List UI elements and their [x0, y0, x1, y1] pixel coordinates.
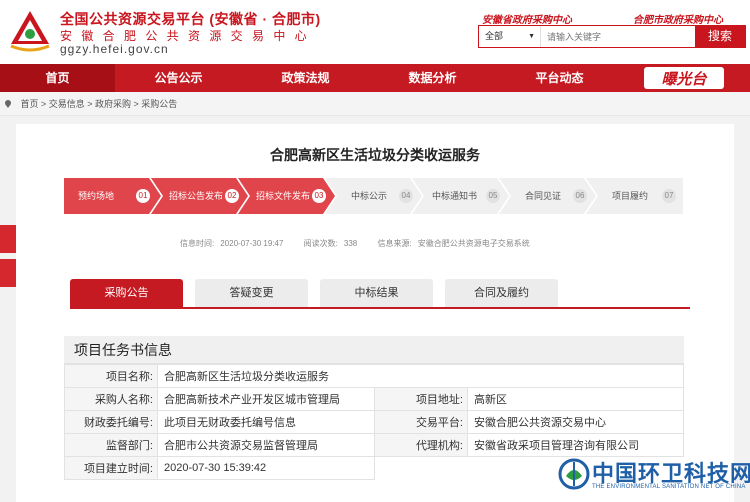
location-pin-icon	[5, 100, 11, 108]
section-title: 项目任务书信息	[64, 336, 684, 364]
nav-item-home[interactable]: 首页	[0, 64, 115, 92]
watermark: 中国环卫科技网 THE ENVIRONMENTAL SANITATION NET…	[556, 454, 750, 498]
step-contract-witness: 合同见证 06	[499, 178, 596, 214]
views-label: 阅读次数:	[303, 239, 338, 248]
field-label: 项目建立时间:	[64, 456, 158, 480]
step-number: 02	[225, 189, 239, 203]
tab-qa-changes[interactable]: 答疑变更	[195, 279, 308, 307]
step-label: 招标文件发布	[256, 191, 311, 201]
tab-contract-performance[interactable]: 合同及履约	[445, 279, 558, 307]
watermark-subtext: THE ENVIRONMENTAL SANITATION NET OF CHIN…	[592, 484, 746, 490]
nav-item-policies[interactable]: 政策法规	[242, 64, 369, 92]
info-time-value: 2020-07-30 19:47	[220, 239, 284, 248]
search-input[interactable]	[541, 26, 695, 47]
page-title: 合肥高新区生活垃圾分类收运服务	[270, 147, 480, 163]
step-label: 招标公告发布	[169, 191, 224, 201]
step-winning-publicity: 中标公示 04	[325, 178, 422, 214]
tab-procurement-notice[interactable]: 采购公告	[70, 279, 183, 307]
progress-steps: 预约场地 01 招标公告发布 02 招标文件发布 03 中标公示 04 中标通知…	[64, 178, 684, 214]
source-value: 安徽合肥公共资源电子交易系统	[417, 239, 530, 248]
source-label: 信息来源:	[377, 239, 412, 248]
search-box: 全部 ▼ 搜索	[478, 25, 746, 48]
step-project-performance: 项目履约 07	[586, 178, 683, 214]
step-label: 项目履约	[612, 191, 649, 201]
field-value: 合肥市公共资源交易监督管理局	[157, 433, 375, 457]
field-label: 项目名称:	[64, 364, 158, 388]
step-number: 04	[399, 189, 413, 203]
views-value: 338	[343, 239, 358, 248]
step-tender-docs: 招标文件发布 03	[238, 178, 335, 214]
notice-tabs: 采购公告 答疑变更 中标结果 合同及履约	[70, 279, 690, 309]
site-logo-icon[interactable]	[8, 8, 52, 52]
main-panel: 合肥高新区生活垃圾分类收运服务 预约场地 01 招标公告发布 02 招标文件发布…	[16, 124, 734, 502]
tab-winning-result[interactable]: 中标结果	[320, 279, 433, 307]
site-title: 全国公共资源交易平台 (安徽省 · 合肥市)	[60, 11, 321, 27]
step-label: 合同见证	[525, 191, 562, 201]
field-label: 财政委托编号:	[64, 410, 158, 434]
step-award-notice: 中标通知书 05	[412, 178, 509, 214]
info-time-label: 信息时间:	[180, 239, 215, 248]
site-domain: ggzy.hefei.gov.cn	[60, 42, 169, 56]
field-value: 安徽合肥公共资源交易中心	[467, 410, 684, 434]
step-label: 预约场地	[78, 191, 115, 201]
breadcrumb: 首页 > 交易信息 > 政府采购 > 采购公告	[0, 92, 750, 116]
step-number: 07	[662, 189, 676, 203]
field-value: 高新区	[467, 387, 684, 411]
field-label: 交易平台:	[374, 410, 468, 434]
table-row: 项目名称: 合肥高新区生活垃圾分类收运服务	[64, 364, 684, 388]
province-procurement-link[interactable]: 安徽省政府采购中心	[482, 11, 572, 26]
field-label: 监督部门:	[64, 433, 158, 457]
exposure-badge-label: 曝光台	[661, 70, 707, 88]
field-value: 此项目无财政委托编号信息	[157, 410, 375, 434]
step-label: 中标公示	[351, 191, 388, 201]
field-label: 采购人名称:	[64, 387, 158, 411]
step-tender-notice: 招标公告发布 02	[151, 178, 248, 214]
field-value: 合肥高新技术产业开发区城市管理局	[157, 387, 375, 411]
main-nav: 首页 公告公示 政策法规 数据分析 平台动态	[0, 64, 750, 92]
nav-item-announcements[interactable]: 公告公示	[115, 64, 242, 92]
exposure-badge[interactable]: 曝光台	[642, 64, 726, 92]
city-procurement-link[interactable]: 合肥市政府采购中心	[633, 11, 723, 26]
field-value: 2020-07-30 15:39:42	[157, 456, 375, 480]
site-header: 全国公共资源交易平台 (安徽省 · 合肥市) 安 徽 合 肥 公 共 资 源 交…	[0, 0, 750, 64]
caret-down-icon: ▼	[528, 33, 535, 40]
info-meta: 信息时间: 2020-07-30 19:47 阅读次数: 338 信息来源: 安徽合肥…	[180, 238, 548, 249]
search-category-value: 全部	[485, 31, 504, 41]
breadcrumb-text[interactable]: 首页 > 交易信息 > 政府采购 > 采购公告	[21, 99, 178, 109]
search-category-select[interactable]: 全部 ▼	[479, 26, 541, 47]
table-row: 采购人名称: 合肥高新技术产业开发区城市管理局 项目地址: 高新区	[64, 387, 684, 411]
step-reserve-venue: 预约场地 01	[64, 178, 161, 214]
field-label: 代理机构:	[374, 433, 468, 457]
field-label: 项目地址:	[374, 387, 468, 411]
step-number: 01	[136, 189, 150, 203]
field-value: 合肥高新区生活垃圾分类收运服务	[157, 364, 684, 388]
table-row: 财政委托编号: 此项目无财政委托编号信息 交易平台: 安徽合肥公共资源交易中心	[64, 410, 684, 434]
step-number: 03	[312, 189, 326, 203]
nav-item-data-analysis[interactable]: 数据分析	[369, 64, 496, 92]
step-label: 中标通知书	[432, 191, 478, 201]
step-number: 05	[486, 189, 500, 203]
search-button[interactable]: 搜索	[695, 26, 745, 47]
watermark-logo-icon	[558, 458, 590, 490]
step-number: 06	[573, 189, 587, 203]
nav-item-platform-news[interactable]: 平台动态	[496, 64, 623, 92]
